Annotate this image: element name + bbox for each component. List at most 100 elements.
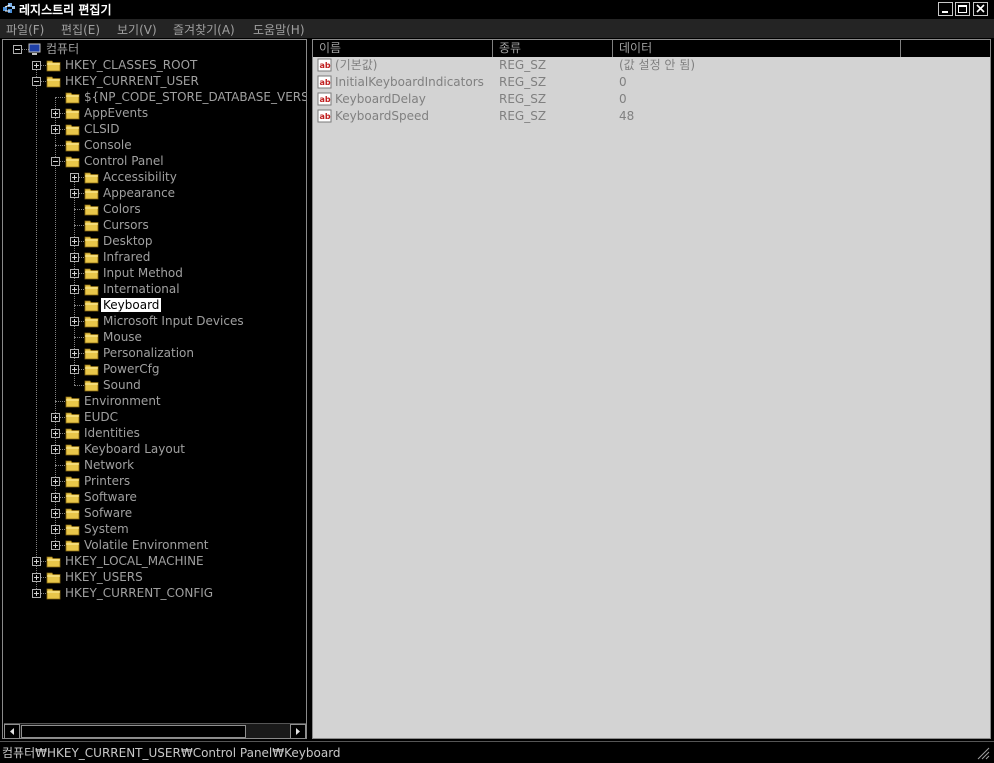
tree-item-network[interactable]: Network	[3, 457, 306, 473]
tree-item-international[interactable]: International	[3, 281, 306, 297]
tree-item-label: Infrared	[103, 250, 151, 264]
folder-icon	[65, 444, 80, 456]
menu-view[interactable]: 보기(V)	[117, 21, 157, 38]
minimize-button[interactable]	[938, 2, 953, 16]
expand-icon[interactable]	[51, 477, 60, 486]
expand-icon[interactable]	[32, 61, 41, 70]
tree-item-sound[interactable]: Sound	[3, 377, 306, 393]
tree-item-keyboard[interactable]: Keyboard	[3, 297, 306, 313]
tree-item-appearance[interactable]: Appearance	[3, 185, 306, 201]
tree-item-hkey-current-config[interactable]: HKEY_CURRENT_CONFIG	[3, 585, 306, 601]
title-bar[interactable]: 레지스트리 편집기	[0, 0, 994, 19]
value-row[interactable]: ab InitialKeyboardIndicators REG_SZ 0	[313, 74, 990, 91]
column-header-type[interactable]: 종류	[493, 40, 613, 57]
tree-item-accessibility[interactable]: Accessibility	[3, 169, 306, 185]
menu-file[interactable]: 파일(F)	[6, 21, 44, 38]
column-header-name[interactable]: 이름	[313, 40, 493, 57]
collapse-icon[interactable]	[13, 45, 22, 54]
scroll-left-button[interactable]	[4, 724, 20, 738]
tree-item-powercfg[interactable]: PowerCfg	[3, 361, 306, 377]
folder-icon	[84, 348, 99, 360]
tree-item-label: Microsoft Input Devices	[103, 314, 244, 328]
tree-item-hkey-current-user[interactable]: HKEY_CURRENT_USER	[3, 73, 306, 89]
expand-icon[interactable]	[51, 429, 60, 438]
expand-icon[interactable]	[70, 285, 79, 294]
tree-horizontal-scrollbar[interactable]	[4, 723, 306, 738]
tree-item-hkey-local-machine[interactable]: HKEY_LOCAL_MACHINE	[3, 553, 306, 569]
tree-item-infrared[interactable]: Infrared	[3, 249, 306, 265]
expand-icon[interactable]	[70, 189, 79, 198]
svg-text:ab: ab	[320, 95, 331, 104]
maximize-button[interactable]	[955, 2, 970, 16]
scroll-right-button[interactable]	[290, 724, 306, 738]
tree-item-keyboard-layout[interactable]: Keyboard Layout	[3, 441, 306, 457]
folder-icon	[65, 92, 80, 104]
tree-item-clsid[interactable]: CLSID	[3, 121, 306, 137]
expand-icon[interactable]	[51, 445, 60, 454]
tree-item-appevents[interactable]: AppEvents	[3, 105, 306, 121]
value-row[interactable]: ab (기본값) REG_SZ (값 설정 안 됨)	[313, 57, 990, 74]
tree-item-hkey-users[interactable]: HKEY_USERS	[3, 569, 306, 585]
tree-item-identities[interactable]: Identities	[3, 425, 306, 441]
close-button[interactable]	[973, 2, 988, 16]
tree-item-volatile-environment[interactable]: Volatile Environment	[3, 537, 306, 553]
tree-item-colors[interactable]: Colors	[3, 201, 306, 217]
svg-text:ab: ab	[320, 112, 331, 121]
collapse-icon[interactable]	[51, 157, 60, 166]
value-row[interactable]: ab KeyboardDelay REG_SZ 0	[313, 91, 990, 108]
folder-icon	[84, 316, 99, 328]
expand-icon[interactable]	[51, 413, 60, 422]
expand-icon[interactable]	[51, 493, 60, 502]
expand-icon[interactable]	[51, 541, 60, 550]
tree-item-label: EUDC	[84, 410, 118, 424]
value-name: InitialKeyboardIndicators	[335, 75, 484, 89]
tree-item-np-code-store-database-version[interactable]: ${NP_CODE_STORE_DATABASE_VERSION}	[3, 89, 306, 105]
expand-icon[interactable]	[70, 269, 79, 278]
value-data: 0	[619, 75, 627, 89]
tree-item-eudc[interactable]: EUDC	[3, 409, 306, 425]
tree-item-label: Sound	[103, 378, 141, 392]
folder-icon	[65, 508, 80, 520]
registry-tree[interactable]: 컴퓨터 HKEY_CLASSES_ROOT HKEY_CURRENT_USER ${N…	[2, 39, 307, 739]
tree-item-microsoft-input-devices[interactable]: Microsoft Input Devices	[3, 313, 306, 329]
tree-item-console[interactable]: Console	[3, 137, 306, 153]
tree-item-cursors[interactable]: Cursors	[3, 217, 306, 233]
tree-item-personalization[interactable]: Personalization	[3, 345, 306, 361]
expand-icon[interactable]	[51, 525, 60, 534]
menu-edit[interactable]: 편집(E)	[61, 21, 100, 38]
expand-icon[interactable]	[51, 125, 60, 134]
collapse-icon[interactable]	[32, 77, 41, 86]
tree-item-label: Environment	[84, 394, 161, 408]
expand-icon[interactable]	[70, 317, 79, 326]
expand-icon[interactable]	[32, 589, 41, 598]
expand-icon[interactable]	[70, 253, 79, 262]
tree-item-desktop[interactable]: Desktop	[3, 233, 306, 249]
tree-item-system[interactable]: System	[3, 521, 306, 537]
value-row[interactable]: ab KeyboardSpeed REG_SZ 48	[313, 108, 990, 125]
expand-icon[interactable]	[70, 237, 79, 246]
menu-favorites[interactable]: 즐겨찾기(A)	[173, 21, 235, 38]
column-header-data[interactable]: 데이터	[613, 40, 901, 57]
tree-item-sofware[interactable]: Sofware	[3, 505, 306, 521]
menu-help[interactable]: 도움말(H)	[253, 21, 305, 38]
expand-icon[interactable]	[32, 573, 41, 582]
expand-icon[interactable]	[70, 365, 79, 374]
scroll-thumb[interactable]	[21, 725, 246, 738]
expand-icon[interactable]	[51, 509, 60, 518]
tree-item-mouse[interactable]: Mouse	[3, 329, 306, 345]
expand-icon[interactable]	[70, 173, 79, 182]
expand-icon[interactable]	[51, 109, 60, 118]
tree-item-control-panel[interactable]: Control Panel	[3, 153, 306, 169]
value-list[interactable]: 이름 종류 데이터 ab (기본값) REG_SZ (값 설정 안 됨) ab Initi…	[312, 39, 991, 739]
resize-grip-icon[interactable]	[976, 746, 990, 760]
tree-item-input-method[interactable]: Input Method	[3, 265, 306, 281]
tree-item-label: PowerCfg	[103, 362, 160, 376]
tree-item-computer[interactable]: 컴퓨터	[3, 41, 306, 57]
tree-item-printers[interactable]: Printers	[3, 473, 306, 489]
tree-item-software[interactable]: Software	[3, 489, 306, 505]
expand-icon[interactable]	[70, 349, 79, 358]
tree-item-label: CLSID	[84, 122, 120, 136]
expand-icon[interactable]	[32, 557, 41, 566]
tree-item-hkey-classes-root[interactable]: HKEY_CLASSES_ROOT	[3, 57, 306, 73]
tree-item-environment[interactable]: Environment	[3, 393, 306, 409]
